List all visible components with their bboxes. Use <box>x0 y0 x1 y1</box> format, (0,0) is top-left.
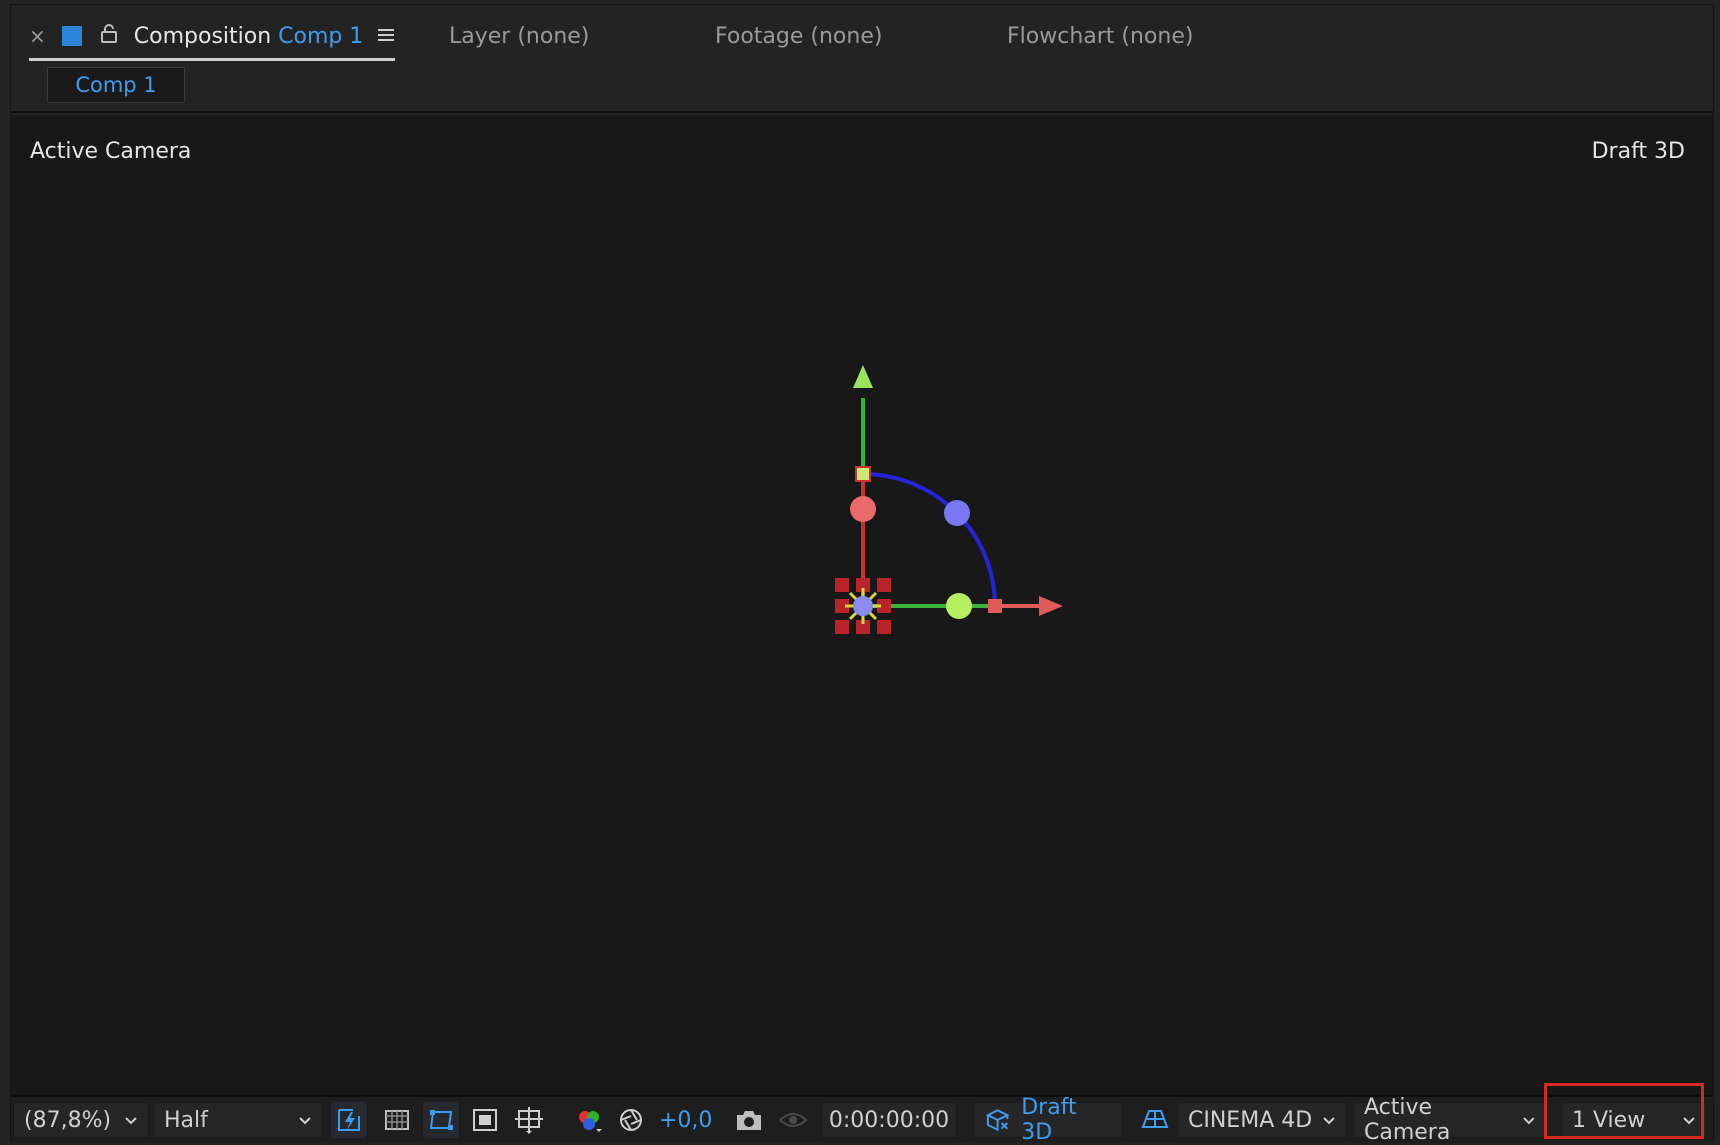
composition-swatch-icon <box>61 26 82 46</box>
draft-3d-toggle[interactable]: Draft 3D <box>973 1095 1123 1145</box>
channel-rgb-icon[interactable] <box>571 1102 607 1138</box>
chevron-down-icon <box>299 1117 311 1125</box>
panel-tab-bar: × Composition Comp 1 Layer (none) Footag… <box>11 5 1713 63</box>
view-layout-value: 1 View <box>1572 1107 1646 1133</box>
y-axis-arrowhead <box>853 365 873 388</box>
chevron-down-icon <box>1683 1117 1695 1125</box>
view-layout-dropdown[interactable]: 1 View <box>1561 1102 1707 1138</box>
composition-viewer[interactable]: Active Camera Draft 3D <box>11 115 1713 1095</box>
show-snapshot-icon[interactable] <box>775 1102 811 1138</box>
chevron-down-icon <box>1323 1117 1335 1125</box>
composition-panel: × Composition Comp 1 Layer (none) Footag… <box>10 4 1714 1145</box>
anchor-point-handles <box>835 578 891 634</box>
y-scale-handle <box>855 466 871 482</box>
fast-previews-icon[interactable] <box>331 1102 367 1138</box>
3d-transform-gizmo[interactable] <box>11 115 1713 1095</box>
x-scale-handle <box>988 599 1002 613</box>
renderer-value: CINEMA 4D <box>1188 1107 1313 1133</box>
composition-name: Comp 1 <box>278 23 364 49</box>
magnification-value: (87,8%) <box>24 1107 112 1133</box>
renderer-dropdown[interactable]: CINEMA 4D <box>1177 1102 1347 1138</box>
tab-composition[interactable]: × Composition Comp 1 <box>29 21 396 61</box>
magnification-dropdown[interactable]: (87,8%) <box>13 1102 149 1138</box>
header-divider <box>11 111 1713 113</box>
x-rotation-handle <box>850 496 876 522</box>
mask-visibility-icon[interactable] <box>423 1102 459 1138</box>
lock-icon[interactable] <box>100 23 118 49</box>
camera-snapshot-icon[interactable] <box>731 1102 767 1138</box>
close-icon[interactable]: × <box>29 24 46 48</box>
tab-footage[interactable]: Footage (none) <box>715 21 882 51</box>
camera-view-value: Active Camera <box>1364 1095 1451 1145</box>
tab-flowchart[interactable]: Flowchart (none) <box>1007 21 1193 51</box>
composition-label: Composition <box>133 23 272 49</box>
region-of-interest-icon[interactable] <box>467 1102 503 1138</box>
grid-guides-icon[interactable] <box>511 1102 547 1138</box>
reset-exposure-icon[interactable] <box>613 1102 649 1138</box>
panel-menu-icon[interactable] <box>377 24 395 49</box>
current-time-display[interactable]: 0:00:00:00 <box>821 1102 957 1138</box>
x-axis-arrowhead <box>1039 596 1063 616</box>
composition-breadcrumb-tab[interactable]: Comp 1 <box>47 67 185 103</box>
active-tab-underline <box>29 58 396 61</box>
draft-3d-icon <box>985 1109 1010 1132</box>
viewer-toolbar: (87,8%) Half +0,0 0:00:00:00 Draft 3D CI… <box>11 1095 1713 1145</box>
camera-view-dropdown[interactable]: Active Camera <box>1353 1095 1547 1145</box>
draft-3d-label: Draft 3D <box>1021 1095 1077 1145</box>
resolution-value: Half <box>164 1107 208 1133</box>
y-rotation-handle <box>946 593 972 619</box>
resolution-dropdown[interactable]: Half <box>153 1102 323 1138</box>
z-rotation-handle <box>944 500 970 526</box>
chevron-down-icon <box>1523 1117 1535 1125</box>
transparency-grid-icon[interactable] <box>379 1102 415 1138</box>
exposure-value[interactable]: +0,0 <box>659 1102 719 1138</box>
chevron-down-icon <box>125 1117 137 1125</box>
ground-plane-icon[interactable] <box>1137 1102 1173 1138</box>
tab-layer[interactable]: Layer (none) <box>449 21 589 51</box>
